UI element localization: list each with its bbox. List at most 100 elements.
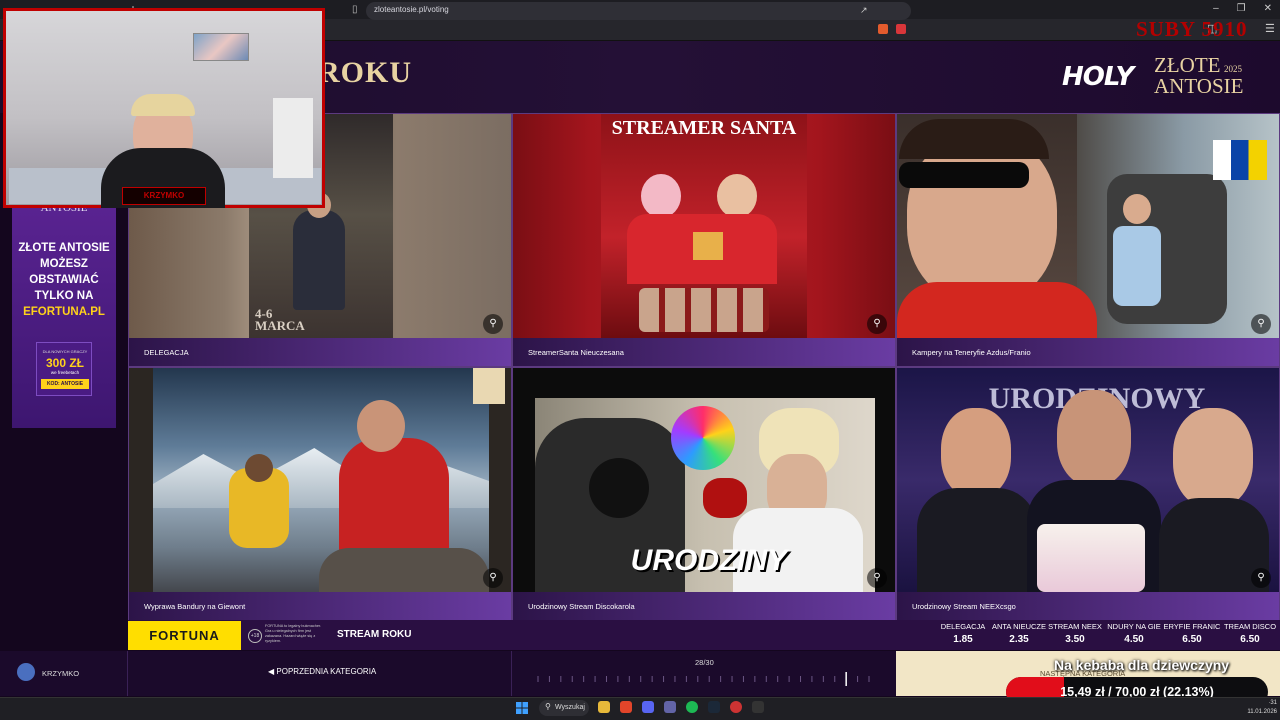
nominee-caption-bar: Urodzinowy Stream Discokarola	[513, 592, 895, 620]
page-title: ROKU	[318, 56, 412, 89]
odd-label: DELEGACJA	[940, 622, 986, 631]
zoom-icon[interactable]: ⚲	[867, 314, 887, 334]
brave-browser-icon[interactable]	[620, 701, 632, 713]
nominee-image	[897, 114, 1279, 338]
ad-line-4: TYLKO NA	[34, 290, 94, 302]
odd-label: NDURY NA GIE	[1107, 622, 1161, 631]
nominee-card[interactable]: ⚲ Wyprawa Bandury na Giewont	[128, 367, 512, 621]
fortuna-logo[interactable]: FORTUNA	[128, 621, 241, 650]
prev-category-button[interactable]: ◀ POPRZEDNIA KATEGORIA	[268, 667, 376, 676]
bookmark-icon[interactable]: ▯	[352, 4, 362, 16]
taskbar-search-label: Wyszukaj	[555, 704, 585, 711]
odd-item[interactable]: ANTA NIEUCZE 2.35	[990, 622, 1048, 645]
nominee-image: STREAMER SANTA	[513, 114, 895, 338]
odd-item[interactable]: NDURY NA GIE 4.50	[1105, 622, 1163, 645]
ad-line-1: ZŁOTE ANTOSIE	[18, 242, 110, 254]
close-button[interactable]: ✕	[1264, 3, 1272, 14]
ad-bonus-sub: we freebetach	[50, 370, 80, 375]
cam-label: KRZYMKO	[122, 187, 206, 205]
odd-value: 6.50	[1182, 634, 1202, 645]
teams-icon[interactable]	[664, 701, 676, 713]
nominee-caption: Urodzinowy Stream NEEXcsgo	[912, 602, 1016, 611]
ad-text: ZŁOTE ANTOSIE MOŻESZ OBSTAWIAĆ TYLKO NA …	[18, 240, 110, 320]
nominee-card[interactable]: URODZINY ⚲ Urodzinowy Stream Discokarola	[512, 367, 896, 621]
spotify-icon[interactable]	[686, 701, 698, 713]
progress-track[interactable]	[536, 672, 871, 686]
nominee-caption: Wyprawa Bandury na Giewont	[144, 602, 246, 611]
nominee-caption-bar: Wyprawa Bandury na Giewont	[129, 592, 511, 620]
subs-counter: SUBY 5910	[1136, 17, 1248, 41]
nominee-caption: StreamerSanta Nieuczesana	[528, 348, 624, 357]
ad-line-2: MOŻESZ	[40, 258, 88, 270]
progress-label: 28/30	[695, 658, 714, 667]
odd-value: 4.50	[1124, 634, 1144, 645]
brand-year: 2025	[1224, 64, 1242, 74]
ad-bonus-small: DLA NOWYCH GRACZY	[42, 349, 88, 354]
category-name: STREAM ROKU	[337, 629, 412, 640]
brave-rewards-icon[interactable]	[896, 24, 906, 34]
menu-icon[interactable]: ☰	[1265, 22, 1275, 35]
legal-notice: FORTUNA to legalny bukmacher. Gra u niel…	[265, 624, 322, 643]
nominee-image: URODZINY	[513, 368, 895, 592]
nominee-caption: Urodzinowy Stream Discokarola	[528, 602, 635, 611]
nominee-caption: DELEGACJA	[144, 348, 189, 357]
nominee-caption: Kampery na Teneryfie Azdus/Franio	[912, 348, 1031, 357]
ad-bonus-box: DLA NOWYCH GRACZY 300 ZŁ we freebetach K…	[36, 342, 92, 396]
clock-date[interactable]: 11.01.2026	[1237, 709, 1277, 715]
zoom-icon[interactable]: ⚲	[483, 568, 503, 588]
poster-text: URODZINY	[630, 544, 788, 577]
minimize-button[interactable]: –	[1213, 3, 1219, 14]
odd-value: 1.85	[953, 634, 973, 645]
share-icon[interactable]: ↗	[860, 5, 868, 16]
zoom-icon[interactable]: ⚲	[867, 568, 887, 588]
brand-name-line2: ANTOSIE	[1154, 74, 1244, 98]
start-icon[interactable]	[516, 702, 528, 714]
odd-item[interactable]: ERYFIE FRANIC 6.50	[1163, 622, 1221, 645]
maximize-button[interactable]: ❐	[1237, 3, 1246, 14]
nominee-card[interactable]: ⚲ Kampery na Teneryfie Azdus/Franio	[896, 113, 1280, 367]
odd-label: TREAM DISCO	[1223, 622, 1277, 631]
app-icon[interactable]	[730, 701, 742, 713]
age-badge: +18	[248, 629, 262, 643]
nominee-image	[129, 368, 511, 592]
clock-time[interactable]: ·31	[1243, 700, 1277, 706]
nominee-card[interactable]: STREAMER SANTA ⚲ StreamerSanta Nieuczesa…	[512, 113, 896, 367]
brave-shield-icon[interactable]	[878, 24, 888, 34]
poster-text: STREAMER SANTA	[611, 117, 797, 139]
zoom-icon[interactable]: ⚲	[483, 314, 503, 334]
file-explorer-icon[interactable]	[598, 701, 610, 713]
nominee-caption-bar: DELEGACJA	[129, 338, 511, 366]
holy-logo: HOLY	[1062, 62, 1134, 92]
nominee-caption-bar: Urodzinowy Stream NEEXcsgo	[897, 592, 1279, 620]
odd-label: ANTA NIEUCZE	[991, 622, 1047, 631]
ad-bonus-code: KOD: ANTOSIE	[41, 379, 89, 389]
user-name[interactable]: KRZYMKO	[42, 669, 79, 678]
odd-value: 3.50	[1065, 634, 1085, 645]
odd-label: ERYFIE FRANIC	[1163, 622, 1221, 631]
discord-icon[interactable]	[642, 701, 654, 713]
donation-goal-title: Na kebaba dla dziewczyny	[1054, 657, 1230, 673]
window-controls: – ❐ ✕	[1213, 3, 1272, 14]
webcam-overlay	[3, 8, 325, 208]
url-text[interactable]: zloteantosie.pl/voting	[374, 5, 449, 14]
zoom-icon[interactable]: ⚲	[1251, 568, 1271, 588]
app-icon[interactable]	[752, 701, 764, 713]
poster-text: 4-6 MARCA	[255, 306, 305, 333]
side-advertisement[interactable]: ANTOSIE ZŁOTE ANTOSIE MOŻESZ OBSTAWIAĆ T…	[12, 192, 116, 428]
taskbar	[0, 697, 1280, 720]
nominee-card[interactable]: URODZINOWY ⚲ Urodzinowy Stream NEEXcsgo	[896, 367, 1280, 621]
odd-label: STREAM NEEX	[1048, 622, 1102, 631]
ad-line-5: EFORTUNA.PL	[23, 306, 105, 318]
zoom-icon[interactable]: ⚲	[1251, 314, 1271, 334]
arrow-left-icon: ◀	[268, 667, 275, 676]
odd-item[interactable]: TREAM DISCO 6.50	[1221, 622, 1279, 645]
nominee-image: URODZINOWY	[897, 368, 1279, 592]
prev-category-label: POPRZEDNIA KATEGORIA	[276, 667, 377, 676]
odd-item[interactable]: STREAM NEEX 3.50	[1046, 622, 1104, 645]
avatar[interactable]	[17, 663, 35, 681]
odd-value: 2.35	[1009, 634, 1029, 645]
odd-item[interactable]: DELEGACJA 1.85	[934, 622, 992, 645]
nominee-caption-bar: StreamerSanta Nieuczesana	[513, 338, 895, 366]
search-icon: ⚲	[545, 702, 551, 711]
steam-icon[interactable]	[708, 701, 720, 713]
